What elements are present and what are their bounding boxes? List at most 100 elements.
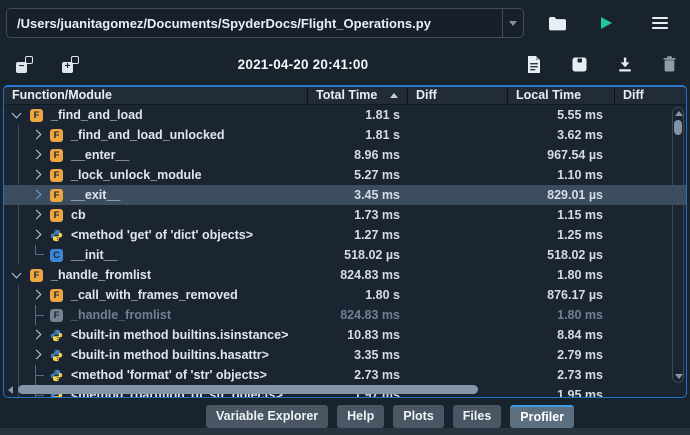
function-cell: <built-in method builtins.isinstance> (4, 325, 308, 345)
collapse-button[interactable]: − (16, 55, 33, 73)
scroll-left-arrow-icon[interactable] (8, 386, 13, 394)
local-time-value: 967.54 µs (547, 148, 603, 162)
tree-branch-elbow (35, 245, 44, 255)
table-row[interactable]: <built-in method builtins.hasattr> 3.35 m… (4, 345, 686, 365)
horizontal-scrollbar[interactable] (6, 384, 670, 395)
profile-timestamp: 2021-04-20 20:41:00 (237, 56, 369, 72)
tab-help[interactable]: Help (337, 405, 385, 428)
table-row[interactable]: F _handle_fromlist 824.83 ms 1.80 ms (4, 265, 686, 285)
table-row[interactable]: F __enter__ 8.96 ms 967.54 µs (4, 145, 686, 165)
table-row[interactable]: F _lock_unlock_module 5.27 ms 1.10 ms (4, 165, 686, 185)
table-row[interactable]: F __exit__ 3.45 ms 829.01 µs (4, 185, 686, 205)
chevron-right-icon[interactable] (29, 205, 43, 225)
tree-branch-tee (35, 365, 44, 385)
diff-value (408, 265, 508, 285)
tab-profiler[interactable]: Profiler (510, 405, 575, 428)
chevron-right-icon[interactable] (29, 345, 43, 365)
local-time-value: 8.84 ms (557, 328, 603, 342)
clear-button[interactable] (663, 56, 676, 72)
function-name: _handle_fromlist (71, 308, 172, 322)
options-menu-button[interactable] (652, 16, 668, 30)
run-profiler-button[interactable] (601, 17, 612, 29)
browse-file-button[interactable] (548, 16, 567, 31)
python-icon (50, 229, 63, 242)
script-path[interactable]: /Users/juanitagomez/Documents/SpyderDocs… (7, 16, 502, 31)
table-row[interactable]: C __init__ 518.02 µs 518.02 µs (4, 245, 686, 265)
chevron-down-icon[interactable] (9, 265, 23, 285)
column-header-function-module[interactable]: Function/Module (4, 87, 308, 104)
save-data-button[interactable] (572, 57, 587, 72)
column-header-diff[interactable]: Diff (408, 87, 508, 104)
tree-guide-line (18, 325, 19, 345)
chevron-right-icon[interactable] (29, 225, 43, 245)
function-icon: F (50, 168, 63, 182)
chevron-right-icon[interactable] (29, 285, 43, 305)
table-row[interactable]: F _find_and_load 1.81 s 5.55 ms (4, 105, 686, 125)
function-icon: F (30, 268, 43, 282)
local-time-value: 1.10 ms (557, 168, 603, 182)
function-icon: F (50, 148, 63, 162)
diff-value (408, 305, 508, 325)
column-header-local-diff[interactable]: Diff (615, 87, 686, 104)
table-row[interactable]: <built-in method builtins.isinstance> 10.… (4, 325, 686, 345)
scroll-down-arrow-icon[interactable] (674, 374, 683, 379)
tab-files[interactable]: Files (452, 405, 502, 428)
vertical-scrollbar-thumb[interactable] (674, 120, 682, 135)
path-toolbar: /Users/juanitagomez/Documents/SpyderDocs… (6, 7, 684, 39)
chevron-down-icon[interactable] (9, 105, 23, 125)
local-time-value: 5.55 ms (557, 108, 603, 122)
total-time-value: 824.83 ms (340, 268, 400, 282)
function-name: __init__ (71, 248, 118, 262)
column-header-total-time[interactable]: Total Time (308, 87, 408, 104)
vertical-scrollbar[interactable] (672, 107, 684, 383)
load-data-button[interactable] (618, 57, 632, 72)
chevron-right-icon[interactable] (29, 145, 43, 165)
table-row[interactable]: F _handle_fromlist 824.83 ms 1.80 ms (4, 305, 686, 325)
scroll-up-arrow-icon[interactable] (674, 111, 683, 116)
expand-button[interactable]: + (62, 55, 79, 73)
tab-variable-explorer[interactable]: Variable Explorer (206, 405, 329, 428)
profiler-table: Function/Module Total Time Diff Local Ti… (3, 85, 687, 398)
function-cell: <method 'get' of 'dict' objects> (4, 225, 308, 245)
python-icon (50, 349, 63, 362)
sort-arrow-up-icon (390, 93, 398, 98)
horizontal-scrollbar-thumb[interactable] (18, 385, 478, 394)
diff-value (408, 205, 508, 225)
total-time-value: 8.96 ms (354, 148, 400, 162)
table-row[interactable]: <method 'get' of 'dict' objects> 1.27 ms 1… (4, 225, 686, 245)
class-icon: C (50, 248, 63, 262)
script-path-combobox[interactable]: /Users/juanitagomez/Documents/SpyderDocs… (6, 8, 524, 38)
local-time-value: 1.15 ms (557, 208, 603, 222)
table-row[interactable]: <method 'format' of 'str' objects> 2.73 m… (4, 365, 686, 385)
diff-value (408, 225, 508, 245)
caret-down-icon (509, 20, 517, 26)
table-row[interactable]: F _find_and_load_unlocked 1.81 s 3.62 ms (4, 125, 686, 145)
chevron-right-icon[interactable] (29, 325, 43, 345)
total-time-value: 5.27 ms (354, 168, 400, 182)
tree-guide-line (18, 345, 19, 365)
local-time-value: 3.62 ms (557, 128, 603, 142)
function-cell: <built-in method builtins.hasattr> (4, 345, 308, 365)
table-row[interactable]: Fcb 1.73 ms 1.15 ms (4, 205, 686, 225)
chevron-right-icon[interactable] (29, 185, 43, 205)
pane-tabbar: Variable Explorer Help Plots Files Profiler (206, 405, 575, 428)
total-time-value: 3.35 ms (354, 348, 400, 362)
column-header-local-time[interactable]: Local Time (508, 87, 615, 104)
output-button[interactable] (527, 55, 541, 73)
tab-plots[interactable]: Plots (393, 405, 444, 428)
python-icon (50, 369, 63, 382)
chevron-right-icon[interactable] (29, 125, 43, 145)
local-time-value: 876.17 µs (547, 288, 603, 302)
tree-guide-line (18, 205, 19, 225)
diff-value (408, 165, 508, 185)
total-time-value: 3.45 ms (354, 188, 400, 202)
total-time-value: 1.80 s (365, 288, 400, 302)
column-header-label: Total Time (316, 88, 378, 102)
table-row[interactable]: F _call_with_frames_removed 1.80 s 876.17 µ… (4, 285, 686, 305)
function-icon: F (50, 128, 63, 142)
combobox-dropdown-button[interactable] (502, 9, 523, 37)
expand-icon: + (62, 55, 79, 73)
total-time-value: 1.81 s (365, 128, 400, 142)
chevron-right-icon[interactable] (29, 165, 43, 185)
function-icon: F (50, 208, 63, 222)
